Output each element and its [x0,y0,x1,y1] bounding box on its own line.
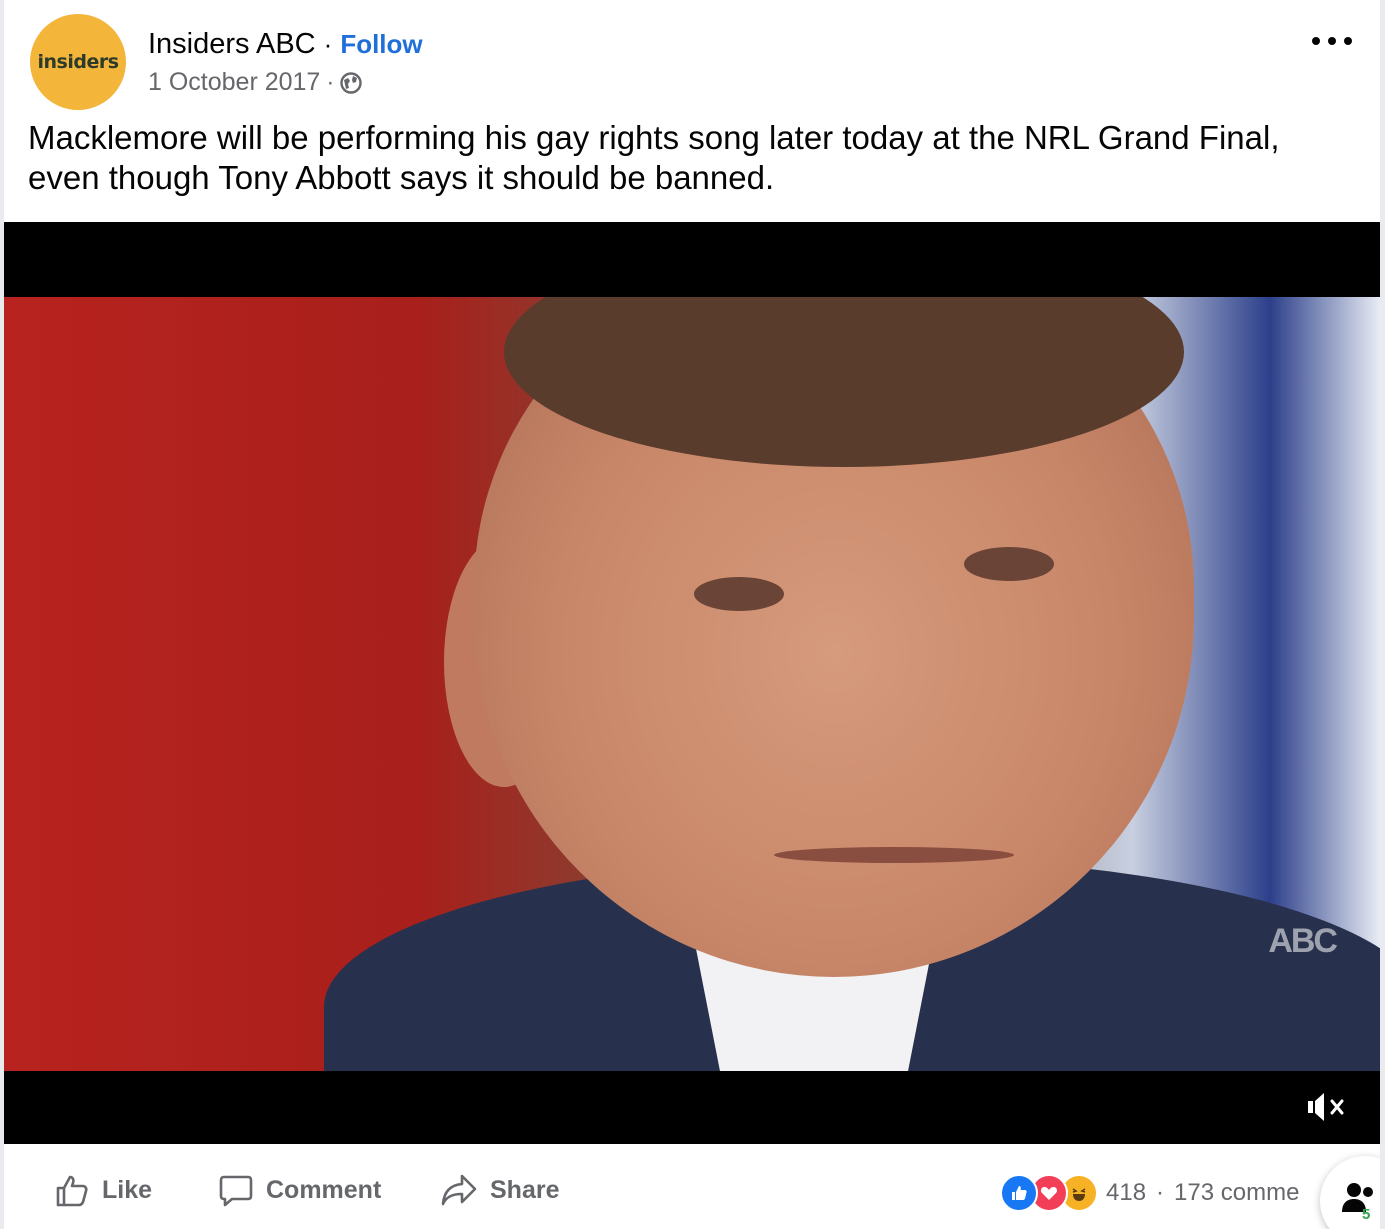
reaction-summary[interactable]: 418 · 173 comme [1000,1174,1299,1212]
thumbs-up-icon [56,1175,88,1207]
avatar-logo-text: insiders [37,51,119,73]
globe-icon [340,71,363,94]
header-separator: · [323,29,333,59]
stats-separator: · [1156,1179,1165,1206]
share-label: Share [490,1175,560,1204]
comment-bubble-icon [219,1175,253,1207]
comment-label: Comment [266,1175,382,1204]
post-meta: 1 October 2017 · [148,68,363,97]
share-button[interactable]: Share [440,1170,559,1210]
share-arrow-icon [441,1174,477,1206]
comment-count-link[interactable]: 173 comme [1174,1179,1299,1207]
like-reaction-icon [1000,1174,1038,1212]
comment-button[interactable]: Comment [218,1170,381,1210]
page-avatar[interactable]: insiders [30,14,126,110]
like-button[interactable]: Like [54,1170,152,1210]
chat-launcher[interactable]: 5 [1320,1156,1380,1229]
post-date-link[interactable]: 1 October 2017 [148,68,320,97]
like-label: Like [102,1175,153,1204]
video-frame[interactable]: ABC [4,297,1380,1071]
abc-watermark-logo: ABC [1268,922,1338,960]
post-actions-bar: Like Comment Share 418 · 173 comme 5 [4,1144,1380,1229]
muted-speaker-icon[interactable] [1306,1089,1350,1125]
chat-online-count: 5 [1362,1206,1371,1223]
post-message: Macklemore will be performing his gay ri… [28,119,1280,196]
reaction-count: 418 [1106,1179,1147,1206]
meta-separator: · [326,68,335,96]
people-icon [1342,1183,1373,1212]
follow-button[interactable]: Follow [340,29,422,60]
page-name-link[interactable]: Insiders ABC [148,28,316,61]
post-header: Insiders ABC · Follow [148,28,423,61]
post-card: insiders Insiders ABC · Follow 1 October… [4,0,1380,1229]
video-player[interactable]: ABC [4,222,1380,1144]
video-controls [4,1071,1380,1144]
more-options-icon[interactable] [1312,28,1352,54]
